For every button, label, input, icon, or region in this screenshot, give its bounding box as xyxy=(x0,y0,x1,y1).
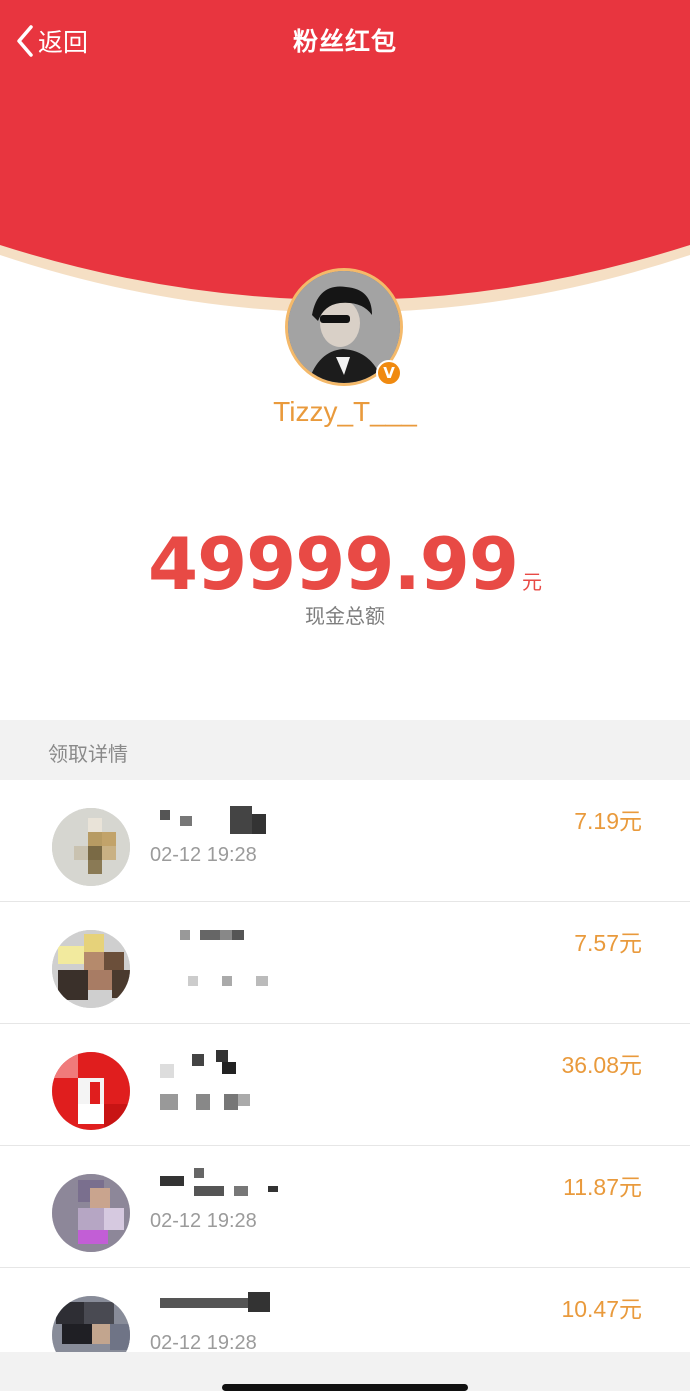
avatar xyxy=(52,808,130,886)
page-title: 粉丝红包 xyxy=(292,27,397,56)
claim-amount: 7.19元 xyxy=(574,808,642,834)
list-item[interactable]: 02-12 19:28 11.87元 xyxy=(0,1146,690,1268)
username[interactable]: Tizzy_T___ xyxy=(0,396,690,428)
masked-name xyxy=(160,802,280,842)
list-item[interactable]: 7.57元 xyxy=(0,902,690,1024)
navigation-bar: 返回 粉丝红包 xyxy=(0,0,690,84)
list-item[interactable]: 36.08元 xyxy=(0,1024,690,1146)
verified-badge-icon: V xyxy=(376,360,402,386)
masked-time xyxy=(160,970,280,1000)
section-header: 领取详情 xyxy=(0,720,690,780)
amount-label: 现金总额 xyxy=(305,604,385,628)
masked-name xyxy=(160,1290,280,1330)
avatar xyxy=(52,1052,130,1130)
amount-unit: 元 xyxy=(522,570,543,594)
avatar xyxy=(52,1174,130,1252)
claim-list: 02-12 19:28 7.19元 7.57元 36.08元 02-12 19:… xyxy=(0,780,690,1389)
claim-amount: 36.08元 xyxy=(561,1052,642,1078)
claim-amount: 10.47元 xyxy=(561,1296,642,1322)
home-indicator[interactable] xyxy=(222,1384,468,1391)
masked-time xyxy=(160,1088,280,1118)
avatar xyxy=(52,930,130,1008)
claim-time: 02-12 19:28 xyxy=(150,1210,257,1232)
masked-name xyxy=(160,924,280,964)
total-amount: 49999.99 xyxy=(147,522,519,606)
masked-name xyxy=(160,1046,280,1086)
amount-row: 49999.99 元 xyxy=(0,522,690,606)
claim-amount: 11.87元 xyxy=(563,1174,642,1200)
claim-amount: 7.57元 xyxy=(574,930,642,956)
masked-name xyxy=(160,1168,280,1208)
claim-time: 02-12 19:28 xyxy=(150,844,257,866)
section-title: 领取详情 xyxy=(48,742,128,766)
list-item[interactable]: 02-12 19:28 7.19元 xyxy=(0,780,690,902)
